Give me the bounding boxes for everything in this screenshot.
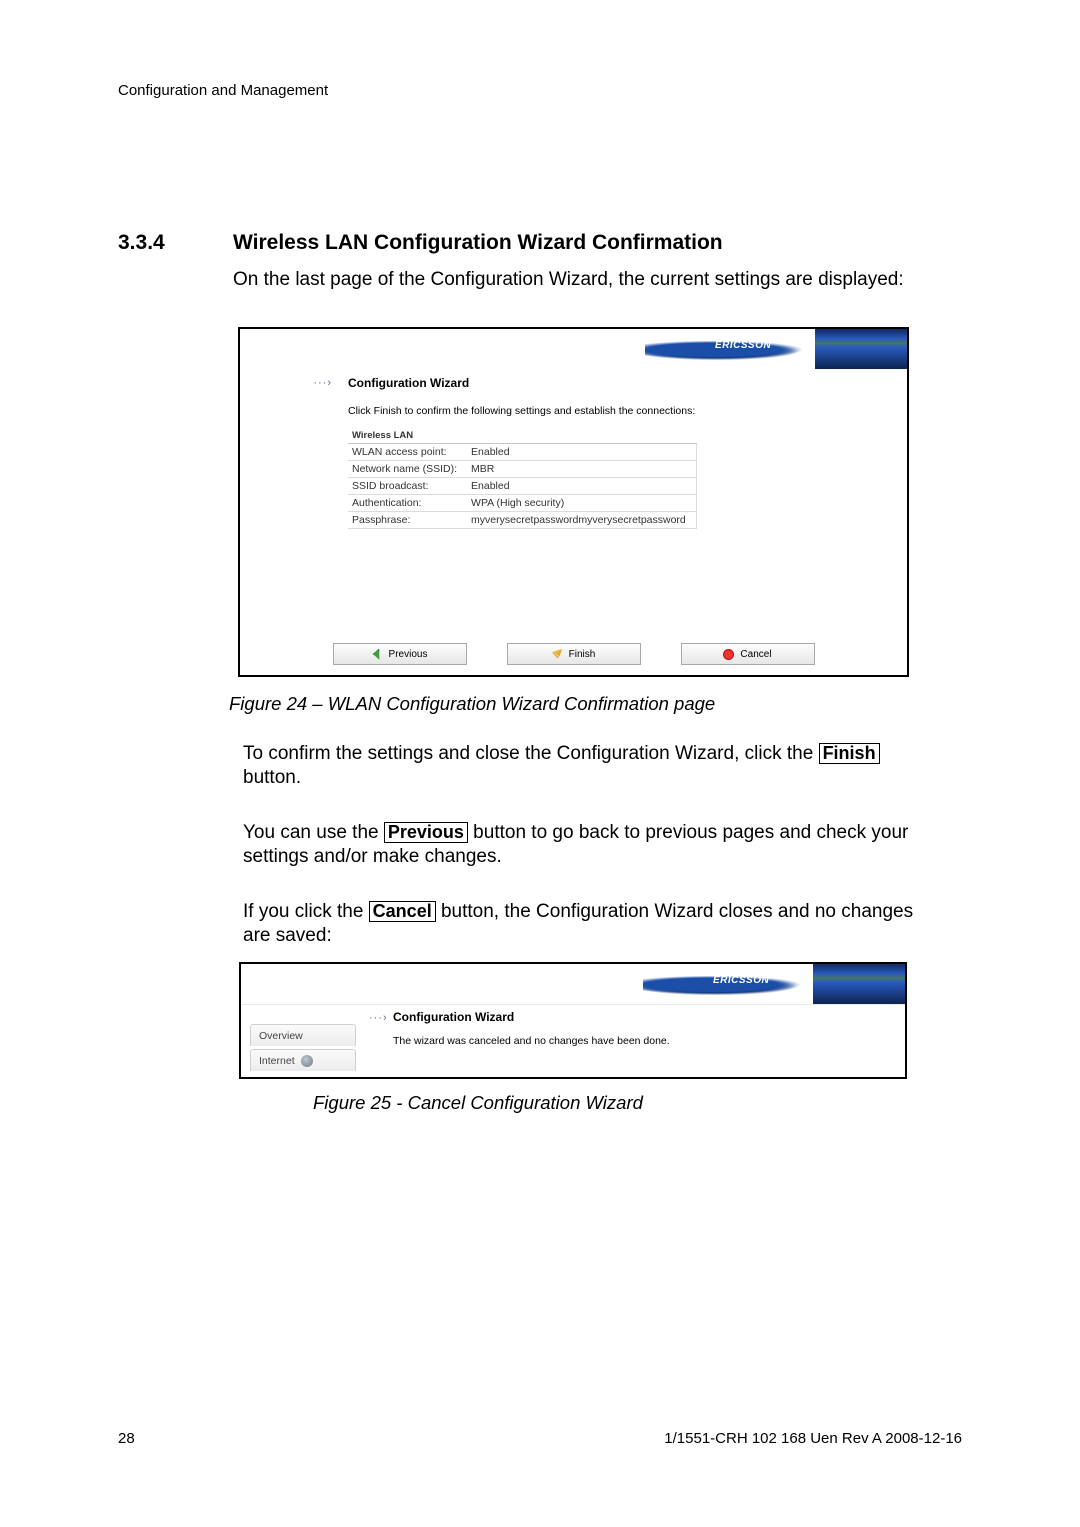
wizard-button-row: Previous Finish Cancel [240,643,907,669]
footer-doc-id: 1/1551-CRH 102 168 Uen Rev A 2008-12-16 [664,1430,962,1447]
breadcrumb-arrow-icon: ···› [313,377,332,389]
figure-25-caption: Figure 25 - Cancel Configuration Wizard [313,1092,643,1114]
figure-content: ···› Configuration Wizard Click Finish t… [240,369,907,675]
finish-key: Finish [819,743,880,764]
text-run: You can use the [243,822,384,843]
wizard-title: Configuration Wizard [348,376,469,390]
sidebar-tab-overview[interactable]: Overview [250,1024,356,1046]
sidebar-tab-internet[interactable]: Internet [250,1049,356,1071]
row-value: Enabled [467,444,696,461]
globe-icon [301,1055,313,1067]
page-number: 28 [118,1430,135,1447]
breadcrumb-arrow-icon: ···› [369,1012,388,1024]
cancel-x-icon [723,649,734,660]
previous-button-label: Previous [389,649,428,660]
cancel-button[interactable]: Cancel [681,643,815,665]
table-row: Passphrase:myverysecretpasswordmyverysec… [348,512,696,529]
finish-pencil-icon [552,649,563,660]
table-row: SSID broadcast:Enabled [348,478,696,495]
wizard-canceled-message: The wizard was canceled and no changes h… [393,1035,670,1047]
figure-content: ···› Configuration Wizard The wizard was… [241,1004,905,1077]
page-header: Configuration and Management [118,82,328,99]
row-label: Network name (SSID): [348,461,467,478]
row-label: Passphrase: [348,512,467,529]
text-run: If you click the [243,901,369,922]
tab-label: Internet [259,1055,295,1067]
wizard-instruction: Click Finish to confirm the following se… [348,405,695,417]
previous-key: Previous [384,822,468,843]
table-row: WLAN access point:Enabled [348,444,696,461]
paragraph-previous: You can use the Previous button to go ba… [243,821,962,869]
wlan-settings-table: Wireless LAN WLAN access point:Enabled N… [348,428,697,529]
brand-text: ERICSSON [715,340,771,351]
wizard-title: Configuration Wizard [393,1010,514,1024]
breadcrumb-arrow-col: ···› [240,369,340,675]
row-label: SSID broadcast: [348,478,467,495]
figure-25-wizard-canceled: ERICSSON ···› Configuration Wizard The w… [239,962,907,1079]
figure-24-wizard-confirmation: ERICSSON ···› Configuration Wizard Click… [238,327,909,677]
table-row: Network name (SSID):MBR [348,461,696,478]
paragraph-cancel: If you click the Cancel button, the Conf… [243,900,927,948]
banner-decor [813,964,905,1004]
text-run: button. [243,767,301,788]
row-value: Enabled [467,478,696,495]
previous-button[interactable]: Previous [333,643,467,665]
cancel-key: Cancel [369,901,436,922]
paragraph-intro: On the last page of the Configuration Wi… [233,268,927,292]
section-title: Wireless LAN Configuration Wizard Confir… [233,231,723,255]
ericsson-logo: ERICSSON [643,966,813,1000]
tab-label: Overview [259,1030,303,1042]
banner-decor [815,329,907,369]
row-value: WPA (High security) [467,495,696,512]
figure-24-caption: Figure 24 – WLAN Configuration Wizard Co… [229,693,715,715]
row-value: MBR [467,461,696,478]
table-header: Wireless LAN [348,428,696,444]
table-row: Authentication:WPA (High security) [348,495,696,512]
finish-button-label: Finish [569,649,596,660]
row-label: Authentication: [348,495,467,512]
cancel-button-label: Cancel [740,649,771,660]
brand-text: ERICSSON [713,975,769,986]
figure-banner: ERICSSON [241,964,905,1004]
text-run: To confirm the settings and close the Co… [243,743,819,764]
figure-banner: ERICSSON [240,329,907,369]
previous-arrow-icon [372,649,383,660]
row-value: myverysecretpasswordmyverysecretpassword [467,512,696,529]
ericsson-logo: ERICSSON [645,331,815,365]
section-number: 3.3.4 [118,231,165,255]
row-label: WLAN access point: [348,444,467,461]
finish-button[interactable]: Finish [507,643,641,665]
paragraph-finish: To confirm the settings and close the Co… [243,742,927,790]
